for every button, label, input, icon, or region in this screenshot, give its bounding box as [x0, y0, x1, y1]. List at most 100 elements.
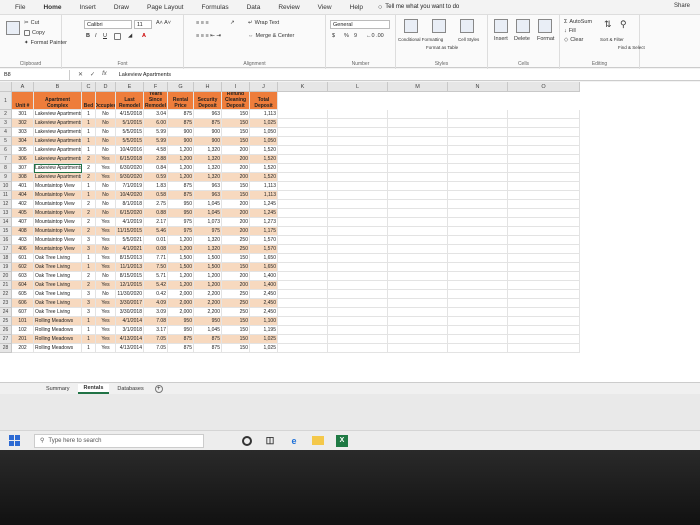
fx-icon[interactable]: fx	[102, 71, 107, 78]
task-view-icon[interactable]: ◫	[264, 435, 276, 447]
empty-cell[interactable]	[278, 326, 328, 335]
table-cell[interactable]: 0.58	[144, 191, 168, 200]
empty-cell[interactable]	[448, 317, 508, 326]
table-cell[interactable]: 150	[222, 110, 250, 119]
table-cell[interactable]: 5.71	[144, 272, 168, 281]
table-cell[interactable]: 11/15/2015	[116, 227, 144, 236]
table-cell[interactable]: Lakeview Apartments	[34, 119, 82, 128]
table-cell[interactable]: 6/15/2018	[116, 155, 144, 164]
empty-cell[interactable]	[388, 146, 448, 155]
empty-cell[interactable]	[278, 335, 328, 344]
empty-cell[interactable]	[278, 281, 328, 290]
italic-button[interactable]: I	[95, 33, 97, 39]
name-box[interactable]: B8	[0, 69, 70, 80]
table-cell[interactable]: 11/1/2013	[116, 263, 144, 272]
table-cell[interactable]: 1.83	[144, 182, 168, 191]
table-cell[interactable]: 1	[82, 335, 96, 344]
table-cell[interactable]: 3	[82, 299, 96, 308]
column-header[interactable]: O	[508, 82, 580, 92]
column-header[interactable]: B	[34, 82, 82, 92]
select-all-corner[interactable]	[0, 82, 12, 92]
empty-cell[interactable]	[508, 218, 580, 227]
empty-cell[interactable]	[328, 119, 388, 128]
empty-cell[interactable]	[508, 191, 580, 200]
add-sheet-icon[interactable]: +	[154, 384, 163, 393]
table-cell[interactable]: 101	[12, 317, 34, 326]
table-cell[interactable]: 3	[82, 245, 96, 254]
table-header-cell[interactable]: Rental Price	[168, 92, 194, 110]
table-cell[interactable]: 150	[222, 335, 250, 344]
empty-cell[interactable]	[388, 110, 448, 119]
row-header[interactable]: 27	[0, 335, 12, 344]
row-header[interactable]: 16	[0, 236, 12, 245]
table-cell[interactable]: 1,175	[250, 227, 278, 236]
spreadsheet-grid[interactable]: A B C D E F G H I J K L M N O 1 Unit # Apartment Complex B…	[0, 82, 700, 382]
clear-button[interactable]: ◇ Clear	[564, 37, 583, 43]
table-cell[interactable]: 1,520	[250, 146, 278, 155]
table-cell[interactable]: 900	[194, 128, 222, 137]
table-cell[interactable]: 605	[12, 290, 34, 299]
empty-cell[interactable]	[328, 128, 388, 137]
table-cell[interactable]: 1,400	[250, 272, 278, 281]
table-cell[interactable]: 200	[222, 227, 250, 236]
table-cell[interactable]: Mountaintop View	[34, 227, 82, 236]
table-cell[interactable]: 202	[12, 344, 34, 353]
format-button[interactable]: Format	[537, 36, 554, 42]
table-cell[interactable]: No	[96, 146, 116, 155]
table-header-cell[interactable]: Occupied	[96, 92, 116, 110]
empty-cell[interactable]	[328, 263, 388, 272]
table-cell[interactable]: 5.99	[144, 137, 168, 146]
empty-cell[interactable]	[448, 344, 508, 353]
table-cell[interactable]: 401	[12, 182, 34, 191]
table-cell[interactable]: Oak Tree Living	[34, 281, 82, 290]
table-cell[interactable]: 402	[12, 200, 34, 209]
empty-cell[interactable]	[448, 128, 508, 137]
decimal-icon[interactable]: ←0 .00	[366, 33, 384, 39]
table-cell[interactable]: 875	[168, 335, 194, 344]
table-cell[interactable]: 11/30/2020	[116, 290, 144, 299]
table-cell[interactable]: 3.09	[144, 308, 168, 317]
tab-formulas[interactable]: Formulas	[193, 4, 238, 11]
empty-cell[interactable]	[328, 290, 388, 299]
table-cell[interactable]: 606	[12, 299, 34, 308]
table-cell[interactable]: 975	[168, 218, 194, 227]
table-cell[interactable]: 900	[168, 128, 194, 137]
table-cell[interactable]: 7.50	[144, 263, 168, 272]
empty-cell[interactable]	[328, 308, 388, 317]
row-header[interactable]: 18	[0, 254, 12, 263]
table-cell[interactable]: 200	[222, 155, 250, 164]
table-cell[interactable]: 1,025	[250, 119, 278, 128]
empty-cell[interactable]	[328, 191, 388, 200]
table-cell[interactable]: 7.05	[144, 335, 168, 344]
tab-draw[interactable]: Draw	[105, 4, 138, 11]
table-cell[interactable]: 1,200	[194, 272, 222, 281]
empty-cell[interactable]	[388, 137, 448, 146]
row-header[interactable]: 19	[0, 263, 12, 272]
cortana-icon[interactable]	[242, 435, 252, 446]
table-cell[interactable]: 10/4/2020	[116, 191, 144, 200]
table-cell[interactable]: 150	[222, 254, 250, 263]
row-header[interactable]: 28	[0, 344, 12, 353]
empty-cell[interactable]	[388, 227, 448, 236]
empty-cell[interactable]	[328, 209, 388, 218]
table-cell[interactable]: 1,073	[194, 218, 222, 227]
empty-cell[interactable]	[278, 299, 328, 308]
table-cell[interactable]: 150	[222, 263, 250, 272]
table-cell[interactable]: 1	[82, 317, 96, 326]
empty-cell[interactable]	[448, 335, 508, 344]
formula-input[interactable]: Lakeview Apartments	[115, 72, 171, 78]
table-cell[interactable]: 1,500	[168, 263, 194, 272]
table-cell[interactable]: 2	[82, 281, 96, 290]
table-cell[interactable]: 404	[12, 191, 34, 200]
tab-help[interactable]: Help	[341, 4, 372, 11]
empty-cell[interactable]	[328, 236, 388, 245]
table-cell[interactable]: 1,570	[250, 236, 278, 245]
empty-cell[interactable]	[278, 317, 328, 326]
empty-cell[interactable]	[388, 209, 448, 218]
table-cell[interactable]: 3	[82, 308, 96, 317]
table-cell[interactable]: 2	[82, 218, 96, 227]
cancel-icon[interactable]: ✕	[78, 71, 83, 78]
empty-cell[interactable]	[328, 200, 388, 209]
table-cell[interactable]: 250	[222, 290, 250, 299]
table-cell[interactable]: 975	[194, 227, 222, 236]
